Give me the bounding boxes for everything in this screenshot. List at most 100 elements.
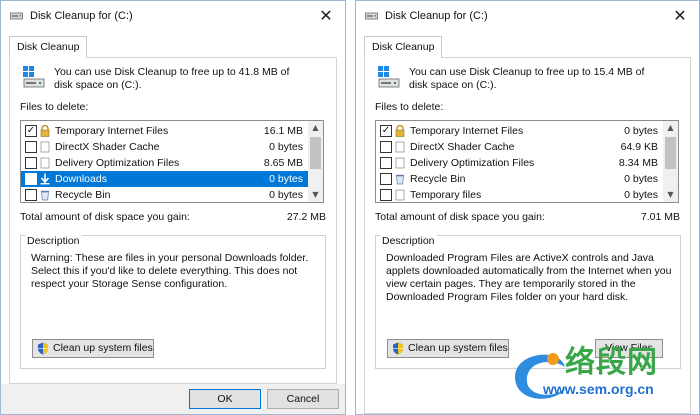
close-button[interactable]: ✕ <box>669 5 691 27</box>
scroll-down-icon[interactable]: ▼ <box>663 188 678 202</box>
watermark-text: 络段网 <box>565 345 658 380</box>
file-size: 0 bytes <box>624 173 658 185</box>
description-text: Warning: These are files in your persona… <box>31 252 309 290</box>
file-name: Recycle Bin <box>55 189 111 201</box>
lock-icon <box>40 125 50 137</box>
uac-shield-icon <box>38 342 48 355</box>
button-label: Clean up system files <box>408 342 508 354</box>
file-name: Temporary Internet Files <box>55 125 169 137</box>
files-to-delete-label: Files to delete: <box>375 101 444 113</box>
recycle-bin-icon <box>41 190 49 201</box>
files-listbox[interactable]: ✓ Temporary Internet Files 16.1 MB Direc… <box>20 120 324 203</box>
list-item[interactable]: Delivery Optimization Files 8.34 MB <box>376 155 664 171</box>
tab-strip: Disk Cleanup <box>9 36 337 58</box>
description-label: Description <box>380 235 437 247</box>
disk-cleanup-app-icon <box>365 12 378 20</box>
checkbox[interactable]: ✓ <box>380 125 392 137</box>
list-item[interactable]: DirectX Shader Cache 0 bytes <box>21 139 309 155</box>
clean-up-system-files-button[interactable]: Clean up system files <box>387 339 509 358</box>
lock-icon <box>395 125 405 137</box>
list-item[interactable]: Recycle Bin 0 bytes <box>21 187 309 202</box>
close-button[interactable]: ✕ <box>315 5 337 27</box>
file-name: Delivery Optimization Files <box>55 157 180 169</box>
watermark: 络段网 www.sem.org.cn <box>505 333 695 413</box>
checkbox[interactable] <box>380 173 392 185</box>
total-gain-value: 7.01 MB <box>640 211 680 223</box>
file-size: 8.65 MB <box>263 157 303 169</box>
file-name: Downloads <box>55 173 107 185</box>
scroll-down-icon[interactable]: ▼ <box>308 188 323 202</box>
scroll-thumb[interactable] <box>310 137 321 169</box>
scroll-up-icon[interactable]: ▲ <box>308 121 323 135</box>
file-size: 16.1 MB <box>263 125 303 137</box>
list-item[interactable]: Recycle Bin 0 bytes <box>376 171 664 187</box>
blank-file-icon <box>40 157 50 169</box>
disk-cleanup-window-left: Disk Cleanup for (C:) ✕ Disk Cleanup You… <box>0 0 346 415</box>
blank-file-icon <box>395 189 405 201</box>
file-size: 0 bytes <box>269 173 303 185</box>
drive-cleanup-icon <box>23 66 45 88</box>
download-arrow-icon <box>40 173 50 185</box>
list-item-selected[interactable]: Downloads 0 bytes <box>21 171 309 187</box>
file-name: DirectX Shader Cache <box>410 141 515 153</box>
checkbox[interactable] <box>25 157 37 169</box>
tab-panel: You can use Disk Cleanup to free up to 4… <box>9 57 337 384</box>
checkbox[interactable] <box>380 157 392 169</box>
file-size: 8.34 MB <box>618 157 658 169</box>
cancel-button[interactable]: Cancel <box>267 389 339 409</box>
tab-disk-cleanup[interactable]: Disk Cleanup <box>364 36 443 58</box>
files-listbox[interactable]: ✓ Temporary Internet Files 0 bytes Direc… <box>375 120 679 203</box>
checkbox[interactable] <box>380 189 392 201</box>
checkbox[interactable]: ✓ <box>25 125 37 137</box>
list-scrollbar[interactable]: ▲ ▼ <box>308 121 323 202</box>
close-icon: ✕ <box>673 6 687 25</box>
file-name: Recycle Bin <box>410 173 466 185</box>
title-bar[interactable]: Disk Cleanup for (C:) ✕ <box>356 1 699 31</box>
drive-cleanup-icon <box>378 66 400 88</box>
window-title: Disk Cleanup for (C:) <box>385 10 488 22</box>
window-gap <box>346 0 355 415</box>
blank-file-icon <box>395 141 405 153</box>
intro-text: You can use Disk Cleanup to free up to 1… <box>409 66 645 91</box>
tab-strip: Disk Cleanup <box>364 36 691 58</box>
list-item[interactable]: Temporary files 0 bytes <box>376 187 664 202</box>
uac-shield-icon <box>393 342 403 355</box>
clean-up-system-files-button[interactable]: Clean up system files <box>32 339 154 358</box>
disk-cleanup-app-icon <box>10 12 23 20</box>
recycle-bin-icon <box>396 174 404 185</box>
checkbox[interactable] <box>380 141 392 153</box>
list-scrollbar[interactable]: ▲ ▼ <box>663 121 678 202</box>
title-bar[interactable]: Disk Cleanup for (C:) ✕ <box>1 1 345 31</box>
description-label: Description <box>25 235 82 247</box>
ok-button[interactable]: OK <box>189 389 261 409</box>
tab-disk-cleanup[interactable]: Disk Cleanup <box>9 36 88 58</box>
file-name: DirectX Shader Cache <box>55 141 160 153</box>
list-item[interactable]: ✓ Temporary Internet Files 0 bytes <box>376 123 664 139</box>
file-size: 0 bytes <box>269 189 303 201</box>
total-gain-label: Total amount of disk space you gain: <box>375 211 545 223</box>
intro-text: You can use Disk Cleanup to free up to 4… <box>54 66 290 91</box>
file-name: Temporary Internet Files <box>410 125 524 137</box>
close-icon: ✕ <box>319 6 333 25</box>
scroll-thumb[interactable] <box>665 137 676 169</box>
blank-file-icon <box>40 141 50 153</box>
watermark-url: www.sem.org.cn <box>543 381 654 397</box>
scroll-up-icon[interactable]: ▲ <box>663 121 678 135</box>
checkbox[interactable] <box>25 141 37 153</box>
checkbox[interactable] <box>25 189 37 201</box>
button-label: Clean up system files <box>53 342 153 354</box>
file-size: 0 bytes <box>624 189 658 201</box>
list-item[interactable]: Delivery Optimization Files 8.65 MB <box>21 155 309 171</box>
dialog-footer: OK Cancel <box>1 384 345 414</box>
files-to-delete-label: Files to delete: <box>20 101 89 113</box>
file-name: Delivery Optimization Files <box>410 157 535 169</box>
list-item[interactable]: DirectX Shader Cache 64.9 KB <box>376 139 664 155</box>
blank-file-icon <box>395 157 405 169</box>
description-text: Downloaded Program Files are ActiveX con… <box>386 252 672 303</box>
checkbox[interactable] <box>25 173 37 185</box>
total-gain-value: 27.2 MB <box>286 211 326 223</box>
total-gain-label: Total amount of disk space you gain: <box>20 211 190 223</box>
list-item[interactable]: ✓ Temporary Internet Files 16.1 MB <box>21 123 309 139</box>
file-name: Temporary files <box>410 189 482 201</box>
window-title: Disk Cleanup for (C:) <box>30 10 133 22</box>
